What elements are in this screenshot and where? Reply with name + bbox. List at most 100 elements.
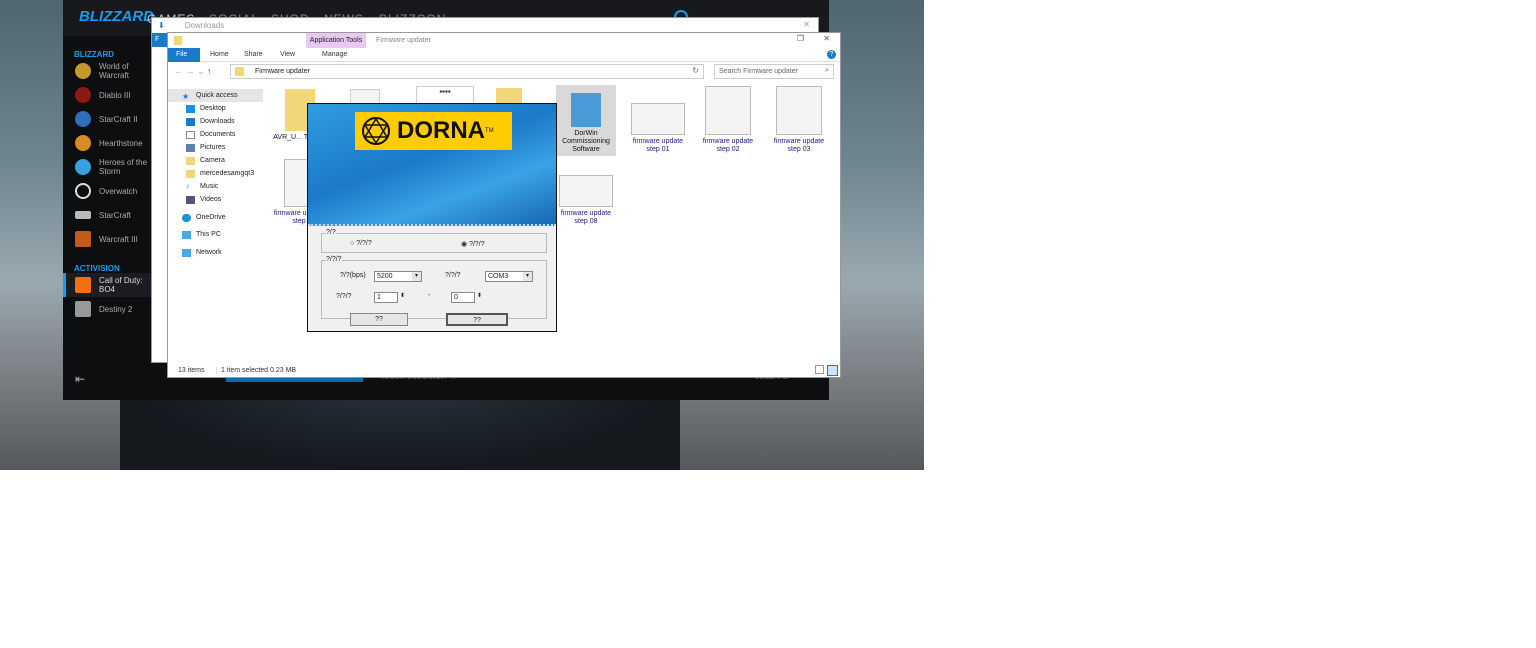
nav-pictures[interactable]: Pictures (168, 141, 263, 154)
nav-documents[interactable]: Documents (168, 128, 263, 141)
file-item[interactable]: firmware update step 03 (769, 86, 829, 154)
cloud-icon (182, 213, 191, 222)
game-label: Warcraft III (99, 234, 138, 244)
title-bar: ⬇ Downloads (152, 18, 818, 33)
game-wow[interactable]: World of Warcraft (63, 60, 153, 82)
file-label: firmware update step 08 (560, 210, 612, 225)
large-icons-view-button[interactable] (827, 365, 838, 376)
game-sc2[interactable]: StarCraft II (63, 108, 153, 130)
pc-icon (182, 230, 191, 239)
spinner-arrows-icon[interactable]: ⬍ (400, 292, 405, 299)
folder-icon (186, 169, 195, 178)
nav-desktop[interactable]: Desktop (168, 102, 263, 115)
group-settings: ?/?/? ?/?(bps) 5200 ▾ ?/?/? COM3 ▾ ?/?/? 1… (321, 256, 547, 319)
tab-view[interactable]: View (272, 48, 303, 62)
nav-videos[interactable]: Videos (168, 193, 263, 206)
game-hearthstone[interactable]: Hearthstone (63, 132, 153, 154)
file-item[interactable]: firmware update step 01 (628, 103, 688, 154)
dorna-logo: DORNA TM (355, 112, 512, 150)
port-select[interactable]: COM3 ▾ (485, 271, 533, 282)
installer-icon (571, 93, 601, 127)
group-label: ?/?/? (326, 256, 342, 263)
destiny-icon (75, 301, 91, 317)
nav-this-pc[interactable]: This PC (168, 228, 263, 241)
game-warcraft3[interactable]: Warcraft III (63, 228, 153, 250)
close-icon[interactable]: ✕ (823, 34, 830, 43)
tab-home[interactable]: Home (202, 48, 237, 62)
nav-camera[interactable]: Camera (168, 154, 263, 167)
help-icon[interactable]: ? (827, 50, 836, 59)
star-icon: ★ (182, 91, 190, 101)
blizzard-logo[interactable]: BLIZZARD (79, 8, 154, 25)
ok-button[interactable]: ?? (350, 313, 408, 326)
nav-label: Pictures (200, 144, 226, 151)
folder-icon (235, 67, 244, 76)
address-label: ?/?/? (336, 293, 352, 300)
baud-select[interactable]: 5200 ▾ (374, 271, 422, 282)
nav-label: Music (200, 183, 219, 190)
dorna-dialog: DORNA TM ?/? ○ ?/?/? ◉ ?/?/? ?/?/? ?/?(bp… (307, 103, 557, 332)
logout-icon[interactable]: ⇤ (75, 372, 85, 386)
address2-spinner[interactable]: 0 (451, 292, 475, 303)
dorna-banner: DORNA TM (308, 104, 556, 226)
game-destiny[interactable]: Destiny 2 (63, 298, 153, 320)
nav-music[interactable]: ♪ Music (168, 180, 263, 193)
game-label: Heroes of the Storm (99, 158, 148, 176)
nav-mercedes[interactable]: mercedesamgqt3 (168, 167, 263, 180)
details-view-button[interactable] (815, 365, 824, 374)
status-item-count: 13 items (178, 367, 205, 374)
game-starcraft[interactable]: StarCraft (63, 204, 153, 226)
maximize-icon[interactable]: ❐ (797, 34, 804, 43)
file-item[interactable]: firmware update step 02 (698, 86, 758, 154)
documents-icon (186, 130, 195, 139)
trademark: TM (485, 128, 494, 134)
file-item[interactable]: firmware update step 08 (556, 175, 616, 226)
port-label: ?/?/? (445, 272, 461, 279)
nav-label: Documents (200, 131, 236, 138)
file-label: firmware update step 03 (773, 138, 825, 153)
back-icon[interactable]: ← → ⌄ ↑ (174, 66, 212, 77)
nav-downloads[interactable]: Downloads (168, 115, 263, 128)
nav-label: OneDrive (196, 214, 226, 221)
file-tab[interactable]: F (152, 33, 167, 47)
game-diablo[interactable]: Diablo III (63, 84, 153, 106)
download-icon (186, 117, 195, 126)
radio-label: ?/?/? (469, 241, 485, 248)
search-input[interactable]: Search Firmware updater ⌕ (714, 64, 834, 79)
warcraft3-icon (75, 231, 91, 247)
radio-option-1[interactable]: ○ ?/?/? (350, 240, 372, 247)
nav-label: Quick access (196, 92, 238, 99)
nav-quick-access[interactable]: ★ Quick access (168, 89, 263, 102)
address-spinner[interactable]: 1 (374, 292, 398, 303)
refresh-icon[interactable]: ↻ (692, 66, 699, 75)
game-label: World of Warcraft (99, 62, 129, 80)
game-overwatch[interactable]: Overwatch (63, 180, 153, 202)
nav-onedrive[interactable]: OneDrive (168, 211, 263, 224)
music-icon: ♪ (186, 182, 190, 190)
section-blizzard: BLIZZARD (74, 50, 114, 59)
radio-option-2[interactable]: ◉ ?/?/? (461, 240, 485, 248)
address-bar[interactable]: Firmware updater ↻ (230, 64, 704, 79)
brand-text: DORNA (397, 117, 485, 144)
separator-label: - (428, 292, 431, 299)
window-title: Downloads (184, 21, 225, 30)
cancel-button[interactable]: ?? (446, 313, 508, 326)
nav-network[interactable]: Network (168, 246, 263, 259)
title-bar: Application Tools Firmware updater ❐ ✕ (168, 33, 840, 48)
game-label: Diablo III (99, 90, 131, 100)
videos-icon (186, 195, 195, 204)
close-icon[interactable]: ✕ (803, 20, 810, 29)
nav-label: Camera (200, 157, 225, 164)
navigation-pane: ★ Quick access Desktop Downloads Document… (168, 89, 263, 369)
context-tab-application-tools[interactable]: Application Tools (306, 33, 366, 48)
tab-manage[interactable]: Manage (314, 48, 355, 62)
file-item-selected[interactable]: DorWin Commissioning Software (556, 85, 616, 156)
tab-share[interactable]: Share (236, 48, 271, 62)
tab-file[interactable]: File (168, 48, 200, 62)
download-icon: ⬇ (158, 21, 165, 30)
game-cod[interactable]: Call of Duty: BO4 (63, 273, 153, 297)
game-heroes[interactable]: Heroes of the Storm (63, 156, 153, 178)
port-value: COM3 (488, 273, 509, 280)
spinner-arrows-icon[interactable]: ⬍ (477, 292, 482, 299)
nav-label: Network (196, 249, 222, 256)
